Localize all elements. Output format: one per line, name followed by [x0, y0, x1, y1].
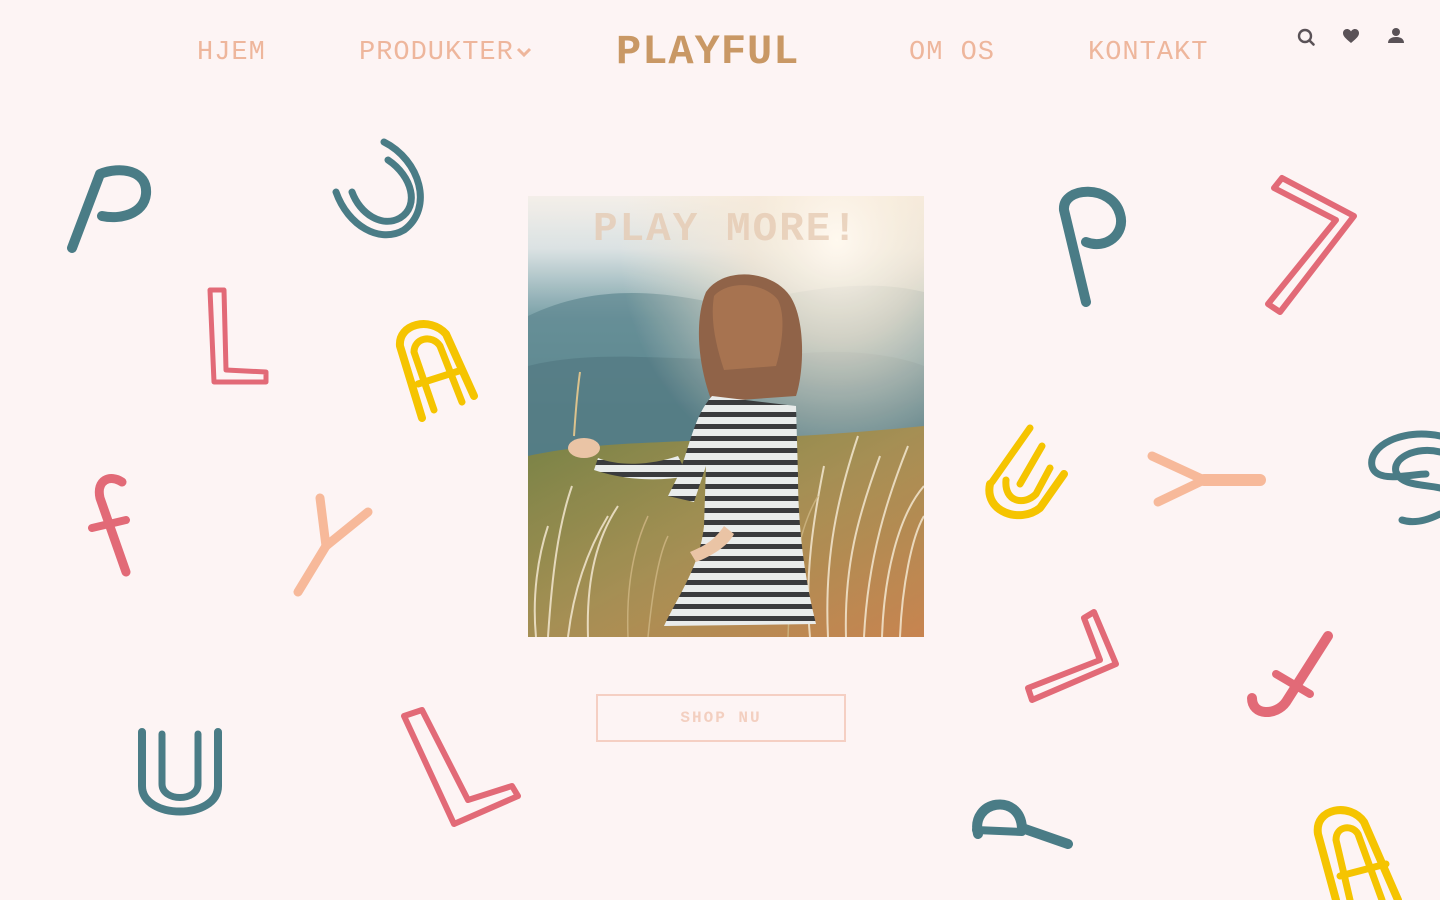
- user-icon[interactable]: [1384, 24, 1408, 48]
- heart-icon[interactable]: [1339, 24, 1363, 48]
- hero-title: PLAY MORE!: [592, 207, 860, 253]
- decorative-letter-p: [1059, 186, 1127, 307]
- nav-home[interactable]: HJEM: [197, 36, 266, 70]
- search-icon[interactable]: [1294, 24, 1318, 48]
- decorative-letter-y: [293, 493, 373, 597]
- decorative-letter-u: [1368, 430, 1440, 526]
- decorative-letter-a: [985, 424, 1068, 520]
- decorative-letter-a: [1313, 806, 1402, 900]
- decorative-letter-f: [1247, 631, 1333, 717]
- decorative-letter-p: [67, 165, 151, 253]
- decorative-letter-l: [207, 287, 269, 385]
- decorative-letter-u: [332, 138, 424, 239]
- nav-products-label: PRODUKTER: [359, 38, 514, 68]
- brand-logo[interactable]: PLAYFUL: [616, 28, 799, 76]
- decorative-letter-l: [1025, 609, 1119, 703]
- decorative-letter-l: [401, 707, 521, 827]
- nav-about[interactable]: OM OS: [909, 36, 995, 70]
- decorative-chevron-shape: [1265, 175, 1357, 315]
- hero-photo: PLAY MORE!: [528, 196, 924, 637]
- shop-now-button[interactable]: SHOP NU: [596, 694, 846, 742]
- nav-products[interactable]: PRODUKTER: [359, 36, 532, 70]
- decorative-letter-f: [88, 474, 131, 577]
- nav-contact[interactable]: KONTAKT: [1088, 36, 1208, 70]
- decorative-letter-y: [1147, 451, 1266, 507]
- child-in-meadow-image: [528, 196, 924, 637]
- decorative-letter-u: [138, 728, 222, 816]
- chevron-down-icon: [516, 47, 531, 57]
- decorative-letter-p: [972, 799, 1073, 849]
- decorative-letter-a: [396, 320, 478, 422]
